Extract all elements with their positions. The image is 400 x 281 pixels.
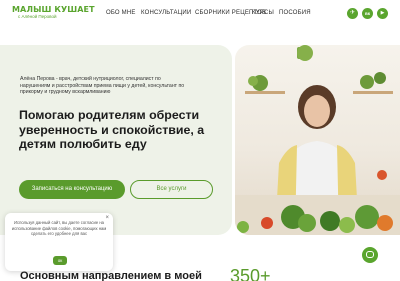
stat-number: 350+ [230, 266, 271, 281]
logo-subtitle: с Алёной Перовой [18, 14, 57, 19]
chat-widget-button[interactable] [362, 247, 378, 263]
nav-item-guides[interactable]: ПОСОБИЯ [279, 10, 311, 16]
cookie-accept-button[interactable]: ок [53, 256, 67, 265]
telegram-icon[interactable]: ✈ [347, 8, 358, 19]
hero-headline: Помогаю родителям обрести уверенность и … [19, 108, 205, 151]
nav-item-about[interactable]: ОБО МНЕ [106, 10, 136, 16]
hero-photo [235, 45, 400, 235]
youtube-icon[interactable]: ▶ [377, 8, 388, 19]
section-title: Основным направлением в моей [20, 270, 202, 281]
nav-item-consultations[interactable]: КОНСУЛЬТАЦИИ [141, 10, 191, 16]
logo-title: МАЛЫШ КУШАЕТ [12, 5, 95, 14]
vk-icon[interactable]: вк [362, 8, 373, 19]
header: МАЛЫШ КУШАЕТ с Алёной Перовой ОБО МНЕ КО… [0, 0, 400, 28]
all-services-button[interactable]: Все услуги [130, 180, 213, 199]
chat-icon [366, 251, 374, 258]
nav-item-courses[interactable]: КУРСЫ [252, 10, 274, 16]
book-consultation-button[interactable]: Записаться на консультацию [19, 180, 125, 199]
social-links: ✈ вк ▶ [347, 8, 388, 19]
logo[interactable]: МАЛЫШ КУШАЕТ с Алёной Перовой [12, 5, 95, 20]
cookie-text: Используя данный сайт, вы даете согласие… [11, 220, 107, 237]
hero-intro: Алёна Перова - врач, детский нутрициолог… [20, 76, 185, 96]
hero-photo-illustration [235, 45, 400, 235]
cookie-banner: × Используя данный сайт, вы даете соглас… [5, 213, 113, 271]
